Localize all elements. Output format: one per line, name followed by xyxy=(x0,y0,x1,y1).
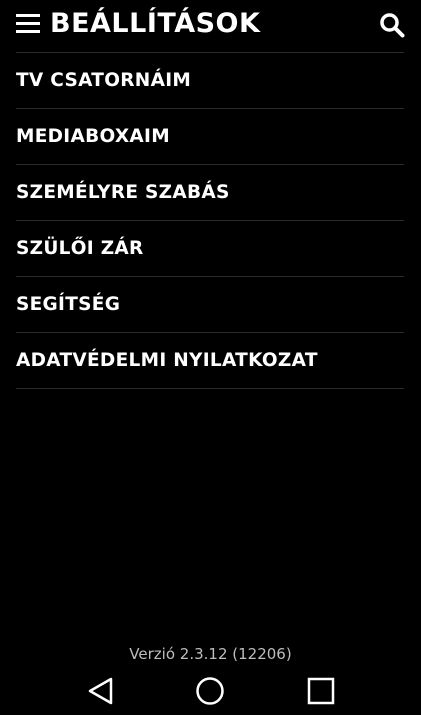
hamburger-menu-icon[interactable] xyxy=(16,14,40,34)
system-navigation-bar xyxy=(0,667,421,715)
menu-item-label: MEDIABOXAIM xyxy=(16,126,170,147)
menu-item-parental-lock[interactable]: SZÜLŐI ZÁR xyxy=(16,221,404,277)
hamburger-line xyxy=(16,30,40,33)
menu-item-privacy-statement[interactable]: ADATVÉDELMI NYILATKOZAT xyxy=(16,333,404,389)
search-icon[interactable] xyxy=(379,12,405,38)
menu-item-mediaboxes[interactable]: MEDIABOXAIM xyxy=(16,109,404,165)
hamburger-line xyxy=(16,22,40,25)
menu-item-help[interactable]: SEGÍTSÉG xyxy=(16,277,404,333)
menu-item-label: ADATVÉDELMI NYILATKOZAT xyxy=(16,350,318,371)
menu-item-label: SZÜLŐI ZÁR xyxy=(16,238,144,259)
hamburger-line xyxy=(16,14,40,17)
menu-item-label: TV CSATORNÁIM xyxy=(16,70,192,91)
menu-item-personalization[interactable]: SZEMÉLYRE SZABÁS xyxy=(16,165,404,221)
recent-apps-square-icon[interactable] xyxy=(305,675,337,707)
version-text: Verzió 2.3.12 (12206) xyxy=(129,645,292,663)
app-header: BEÁLLÍTÁSOK xyxy=(0,0,421,50)
menu-item-label: SEGÍTSÉG xyxy=(16,294,121,315)
menu-item-tv-channels[interactable]: TV CSATORNÁIM xyxy=(16,53,404,109)
back-triangle-icon[interactable] xyxy=(85,675,117,707)
settings-menu: TV CSATORNÁIM MEDIABOXAIM SZEMÉLYRE SZAB… xyxy=(16,52,404,389)
home-circle-icon[interactable] xyxy=(194,675,226,707)
menu-item-label: SZEMÉLYRE SZABÁS xyxy=(16,182,230,203)
page-title: BEÁLLÍTÁSOK xyxy=(50,8,261,39)
